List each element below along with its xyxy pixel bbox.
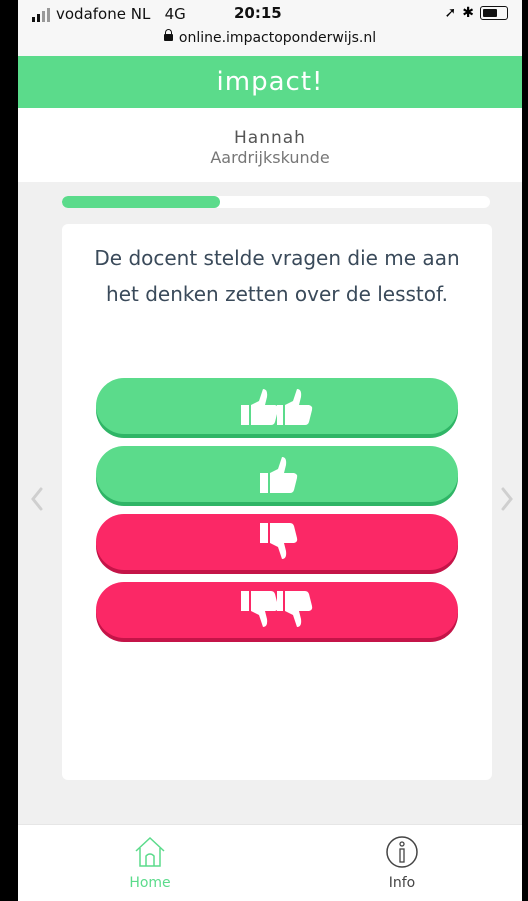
student-header: Hannah Aardrijkskunde xyxy=(18,108,522,182)
tab-home[interactable]: Home xyxy=(90,835,210,891)
battery-icon xyxy=(480,6,508,20)
progress-fill xyxy=(62,196,221,208)
lock-icon xyxy=(163,29,173,41)
student-name: Hannah xyxy=(234,128,306,148)
thumbs-down-icon xyxy=(260,523,298,559)
strongly-agree-button[interactable] xyxy=(96,378,458,434)
subject-name: Aardrijkskunde xyxy=(210,148,330,167)
network-text: 4G xyxy=(164,5,186,23)
status-bar: vodafone NL 4G 20:15 ➚ ✱ online.impactop… xyxy=(18,0,522,56)
tab-bar: Home Info xyxy=(18,824,522,901)
location-icon: ➚ xyxy=(444,5,457,21)
home-icon xyxy=(135,836,165,867)
info-icon xyxy=(386,836,418,868)
tab-home-label: Home xyxy=(129,875,171,891)
question-text: De docent stelde vragen die me aan het d… xyxy=(94,246,460,306)
address-bar[interactable]: online.impactoponderwijs.nl xyxy=(18,29,522,46)
app-header: impact! xyxy=(18,56,522,108)
bluetooth-icon: ✱ xyxy=(462,5,474,21)
carrier-text: vodafone NL 4G xyxy=(56,5,186,23)
signal-icon xyxy=(32,8,50,22)
thumbs-up-icon xyxy=(260,457,298,493)
double-thumbs-up-icon xyxy=(241,389,313,425)
tab-info-label: Info xyxy=(388,875,416,891)
logo: impact! xyxy=(216,67,324,97)
chevron-left-icon[interactable] xyxy=(30,486,44,512)
double-thumbs-down-icon xyxy=(241,591,313,627)
disagree-button[interactable] xyxy=(96,514,458,570)
url-text: online.impactoponderwijs.nl xyxy=(178,30,377,46)
progress-bar xyxy=(62,196,490,208)
chevron-right-icon[interactable] xyxy=(500,486,514,512)
strongly-disagree-button[interactable] xyxy=(96,582,458,638)
phone-screen: vodafone NL 4G 20:15 ➚ ✱ online.impactop… xyxy=(18,0,522,901)
clock: 20:15 xyxy=(234,4,282,22)
tab-info[interactable]: Info xyxy=(342,835,462,891)
agree-button[interactable] xyxy=(96,446,458,502)
question-card: De docent stelde vragen die me aan het d… xyxy=(62,224,492,780)
status-icons: ➚ ✱ xyxy=(445,5,508,21)
